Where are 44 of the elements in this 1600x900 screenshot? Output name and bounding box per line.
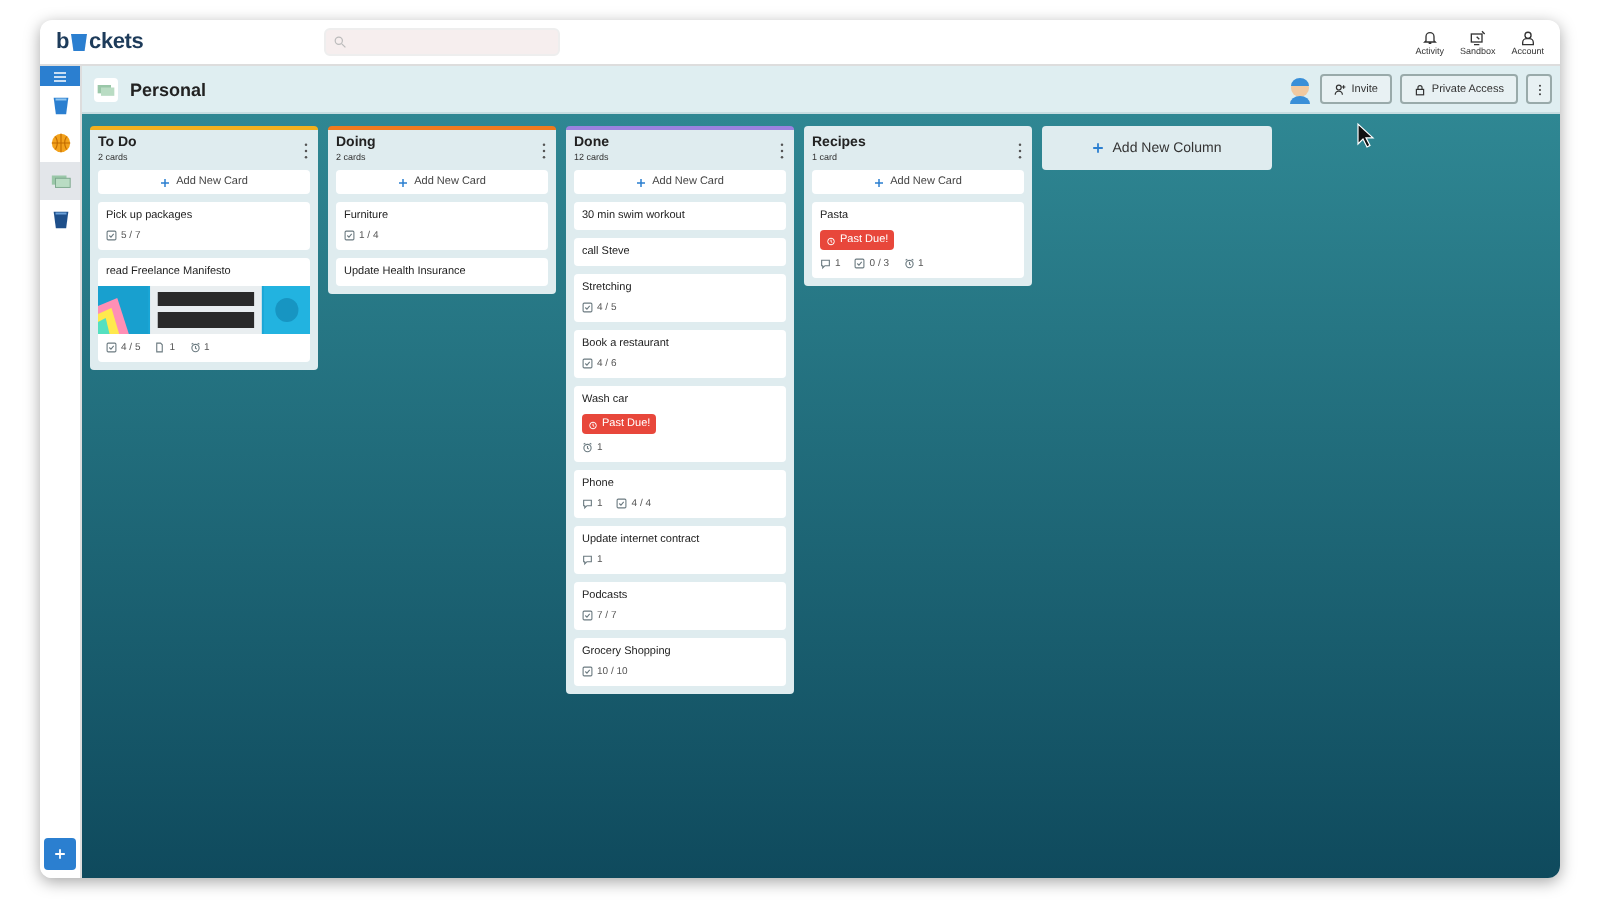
plus-icon [874, 177, 885, 187]
comment-icon [582, 498, 593, 510]
checklist-icon [582, 302, 593, 314]
checklist-icon [854, 258, 866, 270]
comment-icon [582, 554, 593, 566]
avatar-icon[interactable] [1287, 75, 1312, 103]
clock-icon [582, 442, 593, 454]
menu-icon [54, 71, 66, 81]
checklist-icon [582, 610, 593, 622]
bell-icon [1421, 29, 1438, 45]
plus-icon [54, 848, 66, 860]
ball-icon [49, 132, 71, 154]
bucket-icon [49, 208, 71, 230]
cursor-icon [1356, 122, 1376, 150]
board-icon [94, 77, 118, 101]
more-button[interactable] [1526, 74, 1552, 104]
account-icon [1519, 29, 1536, 45]
board-title: Personal [130, 79, 207, 99]
bucket-icon [49, 94, 71, 116]
sandbox-icon [1469, 29, 1486, 45]
checklist-icon [616, 498, 628, 510]
plus-icon [1092, 142, 1105, 154]
checklist-icon [582, 666, 593, 678]
add-board-button[interactable] [44, 838, 76, 870]
comment-icon [820, 258, 831, 270]
menu-button[interactable] [40, 66, 80, 86]
checklist-icon [344, 230, 355, 242]
add-person-icon [1333, 83, 1346, 95]
checklist-icon [106, 230, 117, 242]
lock-icon [1413, 83, 1426, 95]
clock-icon [189, 342, 201, 354]
checklist-icon [582, 358, 593, 370]
bucket-icon [70, 32, 89, 52]
search-icon [333, 36, 346, 48]
plus-icon [636, 177, 647, 187]
logo-text: b [56, 30, 70, 54]
logo-text: ckets [89, 30, 144, 54]
plus-icon [398, 177, 409, 187]
checklist-icon [106, 342, 117, 354]
file-icon [154, 342, 166, 354]
money-icon [49, 170, 71, 192]
plus-icon [160, 177, 171, 187]
search-field[interactable] [323, 28, 560, 56]
clock-icon [903, 258, 915, 270]
